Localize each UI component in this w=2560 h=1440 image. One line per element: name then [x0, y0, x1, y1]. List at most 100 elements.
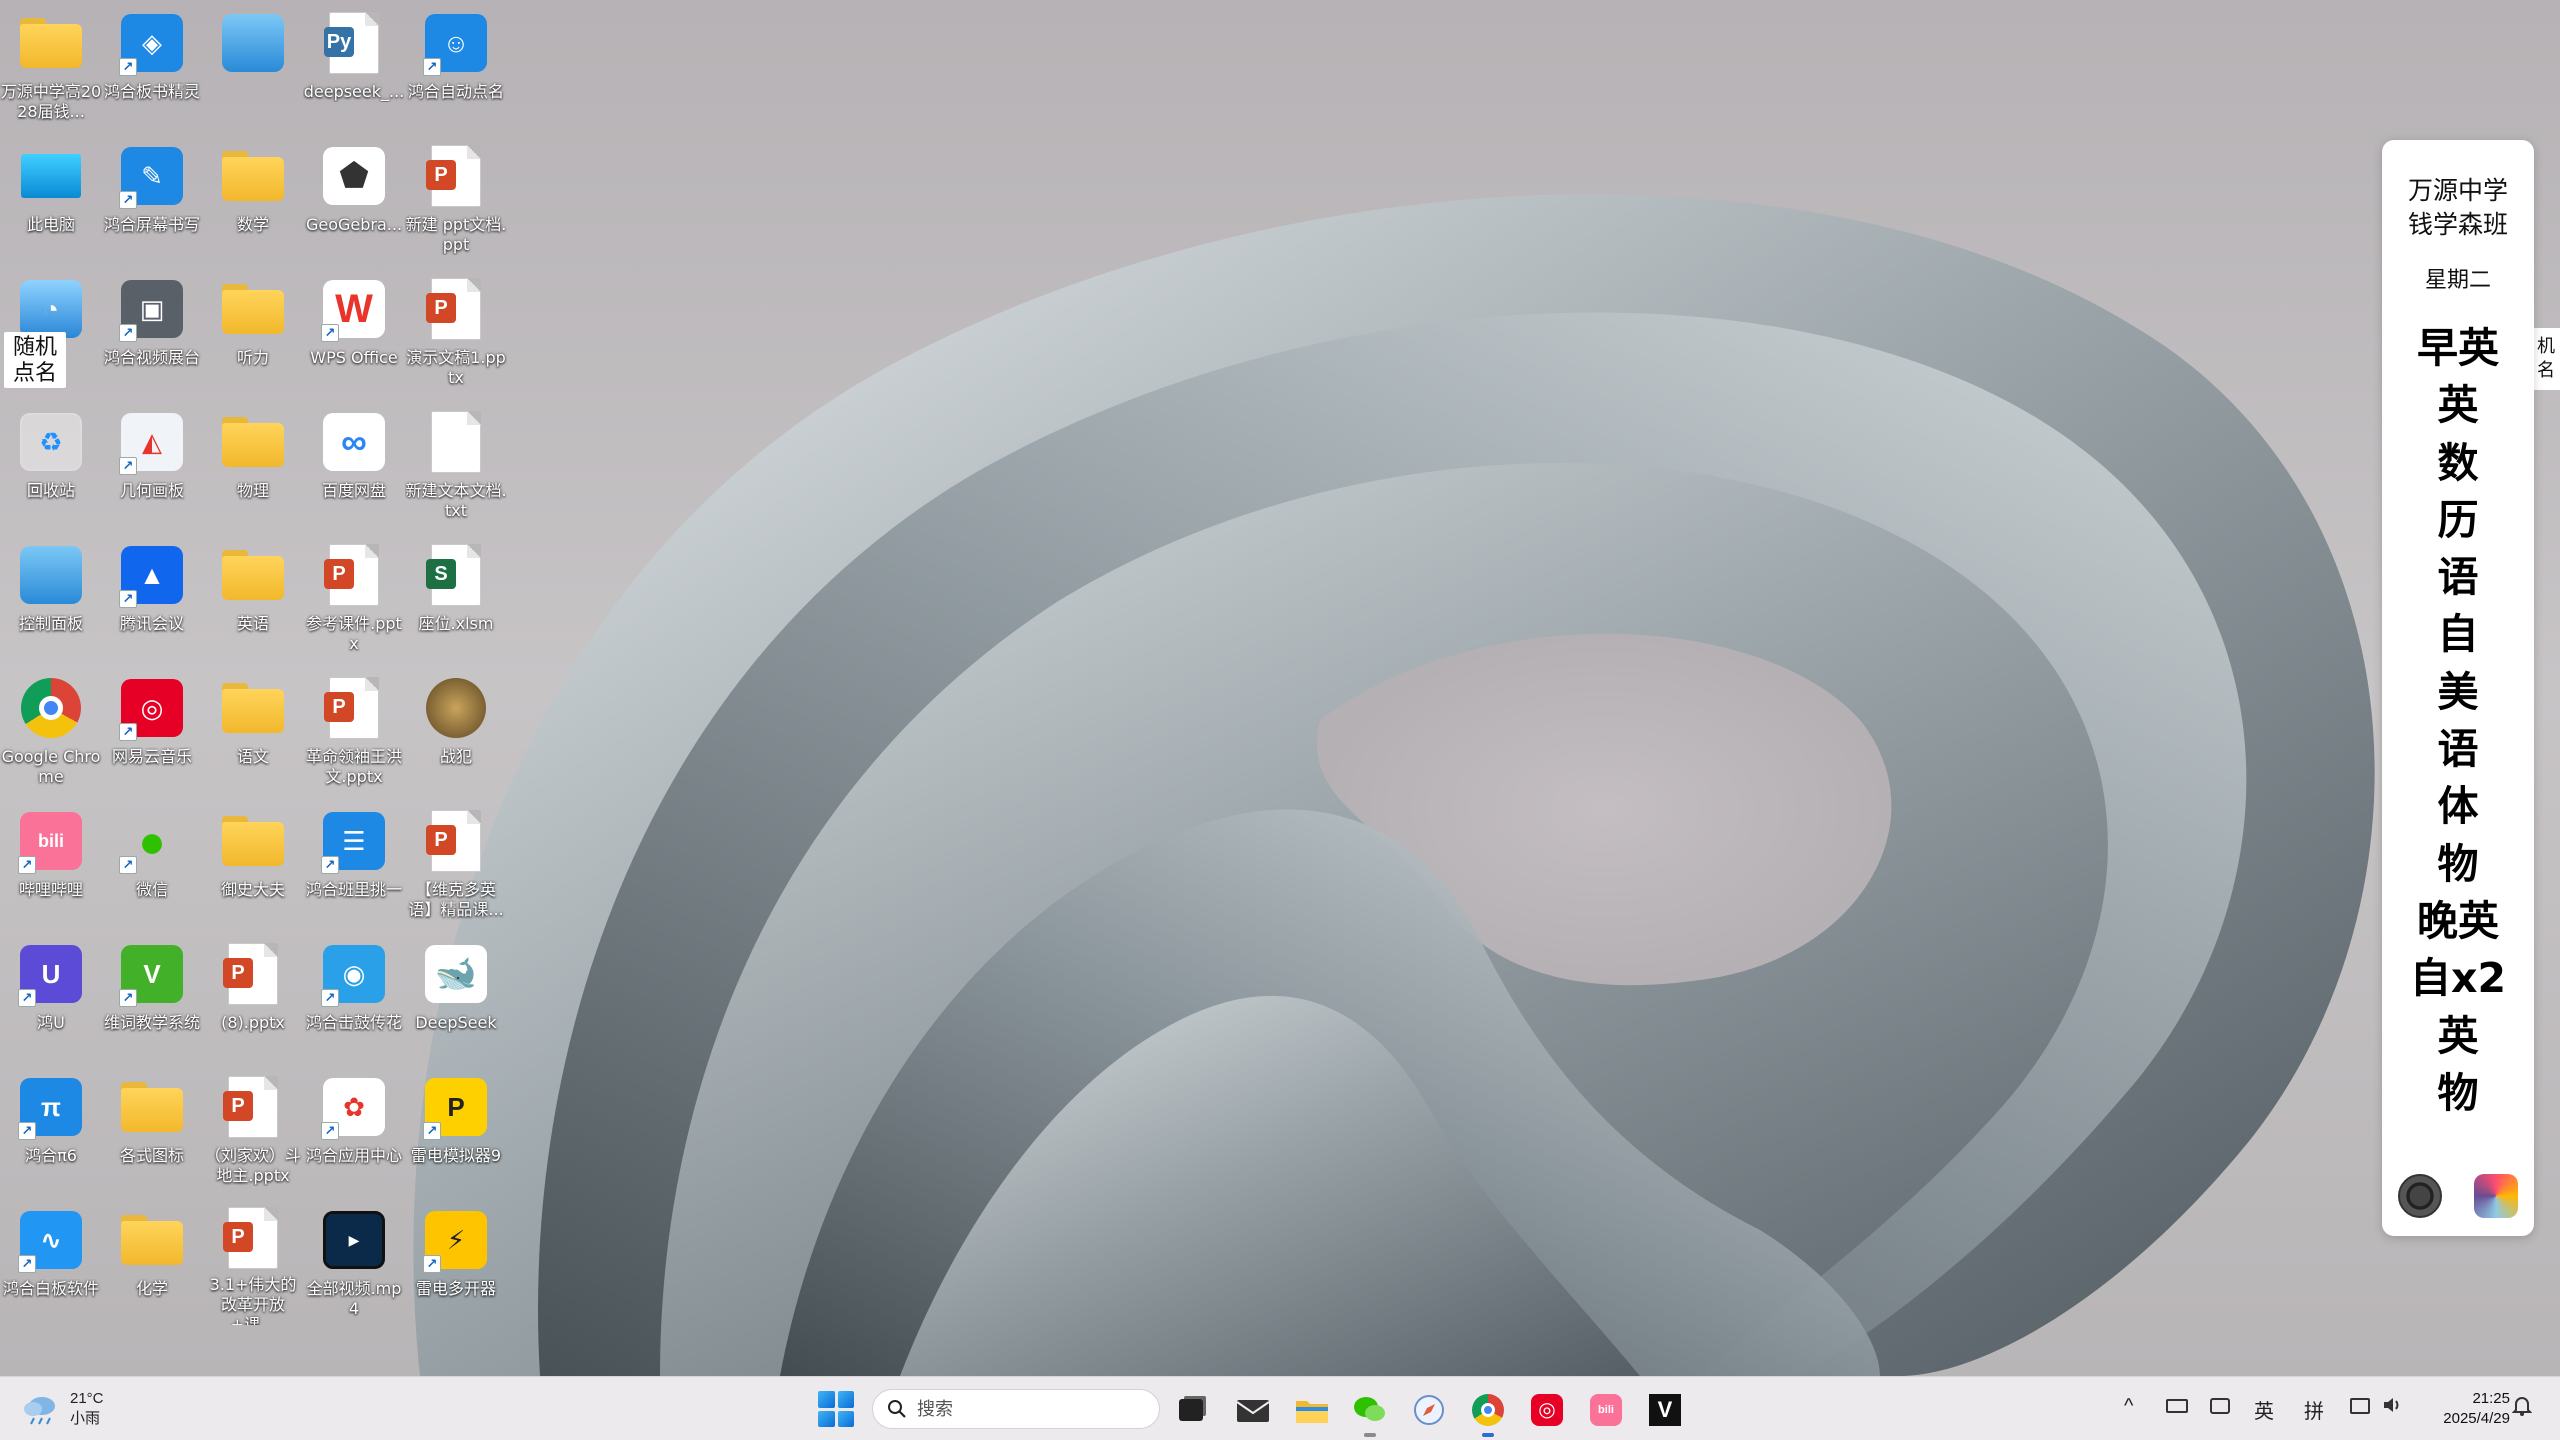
notification-bell-icon[interactable] — [2511, 1395, 2533, 1423]
keyboard-icon[interactable] — [2166, 1395, 2188, 1413]
touch-keyboard-icon[interactable] — [2210, 1395, 2230, 1414]
ldplayer-icon: P ↗ — [423, 1074, 489, 1140]
desktop-icon[interactable]: 物理 — [202, 403, 304, 527]
desktop-icon[interactable]: ◎ ↗ 网易云音乐 — [101, 669, 203, 793]
netease-music-icon[interactable]: ◎ — [1526, 1389, 1568, 1431]
desktop-icon[interactable]: 万源中学高2028届钱... — [0, 4, 102, 128]
desktop-icon-label: 维词教学系统 — [103, 1013, 200, 1032]
desktop-icon-label: deepseek_... — [303, 82, 405, 101]
desktop-icon[interactable]: ∞ 百度网盘 — [303, 403, 405, 527]
desktop-icon[interactable]: 各式图标 — [101, 1068, 203, 1192]
desktop-icon[interactable]: 新建文本文档.txt — [405, 403, 507, 527]
desktop-icon-label: 鸿U — [37, 1013, 65, 1032]
desktop-icon[interactable]: U ↗ 鸿U — [0, 935, 102, 1059]
chrome-icon[interactable] — [1467, 1389, 1509, 1437]
desktop-icon[interactable] — [202, 4, 304, 128]
desktop-icon[interactable]: ⚡ ↗ 雷电多开器 — [405, 1201, 507, 1325]
schedule-period: 英 — [2437, 381, 2479, 430]
shortcut-arrow-icon: ↗ — [321, 1122, 339, 1140]
desktop-icon[interactable]: ∿ ↗ 鸿合白板软件 — [0, 1201, 102, 1325]
desktop-icon[interactable]: P （刘家欢）斗地主.pptx — [202, 1068, 304, 1192]
desktop-icon[interactable]: 御史大夫 — [202, 802, 304, 926]
ime-language[interactable]: 英 — [2254, 1395, 2274, 1424]
shortcut-arrow-icon: ↗ — [18, 1122, 36, 1140]
desktop-icon[interactable]: ▲ ↗ 腾讯会议 — [101, 536, 203, 660]
desktop-icon[interactable]: ◈ ↗ 鸿合板书精灵 — [101, 4, 203, 128]
desktop-icon[interactable]: ⬟ GeoGebra... — [303, 137, 405, 261]
netease-music-icon: ◎ ↗ — [119, 675, 185, 741]
settings-icon[interactable] — [2398, 1174, 2442, 1218]
ime-mode[interactable]: 拼 — [2304, 1395, 2324, 1424]
desktop-icon[interactable]: ▣ ↗ 鸿合视频展台 — [101, 270, 203, 394]
network-icon[interactable] — [2350, 1395, 2370, 1414]
safari-like-icon[interactable] — [1408, 1389, 1450, 1431]
folder-icon — [220, 808, 286, 874]
geogebra-icon: ⬟ — [321, 143, 387, 209]
desktop-icon[interactable]: V ↗ 维词教学系统 — [101, 935, 203, 1059]
desktop-icon[interactable]: ☺ ↗ 鸿合自动点名 — [405, 4, 507, 128]
desktop-icon[interactable]: ♻ 回收站 — [0, 403, 102, 527]
desktop-icon-label: （刘家欢）斗地主.pptx — [204, 1146, 301, 1185]
desktop-icon[interactable]: 听力 — [202, 270, 304, 394]
desktop-icon[interactable]: 英语 — [202, 536, 304, 660]
volume-icon[interactable] — [2382, 1395, 2404, 1421]
desktop-icon[interactable]: 语文 — [202, 669, 304, 793]
wechat-icon[interactable] — [1349, 1389, 1391, 1437]
desktop-icon[interactable]: W ↗ WPS Office — [303, 270, 405, 394]
random-pick-widget[interactable]: 随机点名 — [4, 332, 66, 388]
desktop-icon[interactable]: 此电脑 — [0, 137, 102, 261]
desktop-icon[interactable]: 数学 — [202, 137, 304, 261]
desktop-icon[interactable]: P 革命领袖王洪文.pptx — [303, 669, 405, 793]
desktop-icon[interactable]: P 参考课件.pptx — [303, 536, 405, 660]
desktop-icon[interactable]: ● ↗ 微信 — [101, 802, 203, 926]
v-app-icon[interactable]: V — [1644, 1389, 1686, 1431]
schedule-period: 美 — [2437, 667, 2479, 716]
file-explorer-icon[interactable] — [1291, 1389, 1333, 1431]
taskbar-search[interactable] — [872, 1389, 1160, 1429]
desktop-icon[interactable]: P 新建 ppt文档.ppt — [405, 137, 507, 261]
period-list: 早英英数历语自美语体物晚英 自x2 英物 — [2410, 320, 2506, 1122]
desktop-icon[interactable]: S 座位.xlsm — [405, 536, 507, 660]
app-logo-icon[interactable] — [2474, 1174, 2518, 1218]
desktop-icon[interactable]: ◭ ↗ 几何画板 — [101, 403, 203, 527]
desktop-icon[interactable]: P (8).pptx — [202, 935, 304, 1059]
desktop-icon[interactable]: Google Chrome — [0, 669, 102, 793]
search-input[interactable] — [917, 1398, 1137, 1420]
desktop-icon[interactable]: ☰ ↗ 鸿合班里挑一 — [303, 802, 405, 926]
desktop-icon-label: 雷电模拟器9 — [410, 1146, 502, 1165]
shortcut-arrow-icon: ↗ — [119, 58, 137, 76]
desktop-icon[interactable]: 化学 — [101, 1201, 203, 1325]
desktop-icon[interactable]: π ↗ 鸿合π6 — [0, 1068, 102, 1192]
video-file-icon: ▶ — [321, 1207, 387, 1273]
weather-widget[interactable]: 21°C 小雨 — [22, 1387, 104, 1431]
desktop-icon[interactable]: ▶ 全部视频.mp4 — [303, 1201, 405, 1325]
desktop-icon[interactable]: 🐋 DeepSeek — [405, 935, 507, 1059]
shortcut-arrow-icon: ↗ — [119, 590, 137, 608]
desktop-icon[interactable]: 战犯 — [405, 669, 507, 793]
desktop-icon[interactable]: ✎ ↗ 鸿合屏幕书写 — [101, 137, 203, 261]
desktop-icon[interactable]: P 3.1+伟大的改革开放+课... — [202, 1201, 304, 1325]
mail-icon[interactable] — [1232, 1389, 1274, 1431]
desktop-icon-label: 化学 — [135, 1279, 168, 1298]
desktop-icon[interactable]: P 【维克多英语】精品课... — [405, 802, 507, 926]
desktop-icon-label: 听力 — [236, 348, 269, 367]
desktop-icon[interactable]: ✿ ↗ 鸿合应用中心 — [303, 1068, 405, 1192]
clock[interactable]: 21:25 2025/4/29 — [2424, 1389, 2510, 1429]
desktop-icon-label: 座位.xlsm — [418, 614, 494, 633]
desktop-icon[interactable]: 控制面板 — [0, 536, 102, 660]
desktop-icon[interactable]: P 演示文稿1.pptx — [405, 270, 507, 394]
edge-rollcall-tab[interactable]: 机名 — [2532, 328, 2560, 390]
task-view-icon[interactable] — [1170, 1389, 1212, 1431]
ldmulti-icon: ⚡ ↗ — [423, 1207, 489, 1273]
desktop-icon-label: 鸿合白板软件 — [2, 1279, 99, 1298]
desktop-icon[interactable]: ◉ ↗ 鸿合击鼓传花 — [303, 935, 405, 1059]
show-hidden-icons[interactable]: ^ — [2124, 1395, 2133, 1418]
shortcut-arrow-icon: ↗ — [423, 1122, 441, 1140]
shortcut-arrow-icon: ↗ — [119, 457, 137, 475]
start-button[interactable] — [818, 1391, 854, 1427]
desktop-icon[interactable]: Py deepseek_... — [303, 4, 405, 128]
desktop-icon[interactable]: bili ↗ 哔哩哔哩 — [0, 802, 102, 926]
bilibili-icon[interactable]: bili — [1585, 1389, 1627, 1431]
clock-time: 21:25 — [2472, 1390, 2510, 1407]
desktop-icon[interactable]: P ↗ 雷电模拟器9 — [405, 1068, 507, 1192]
